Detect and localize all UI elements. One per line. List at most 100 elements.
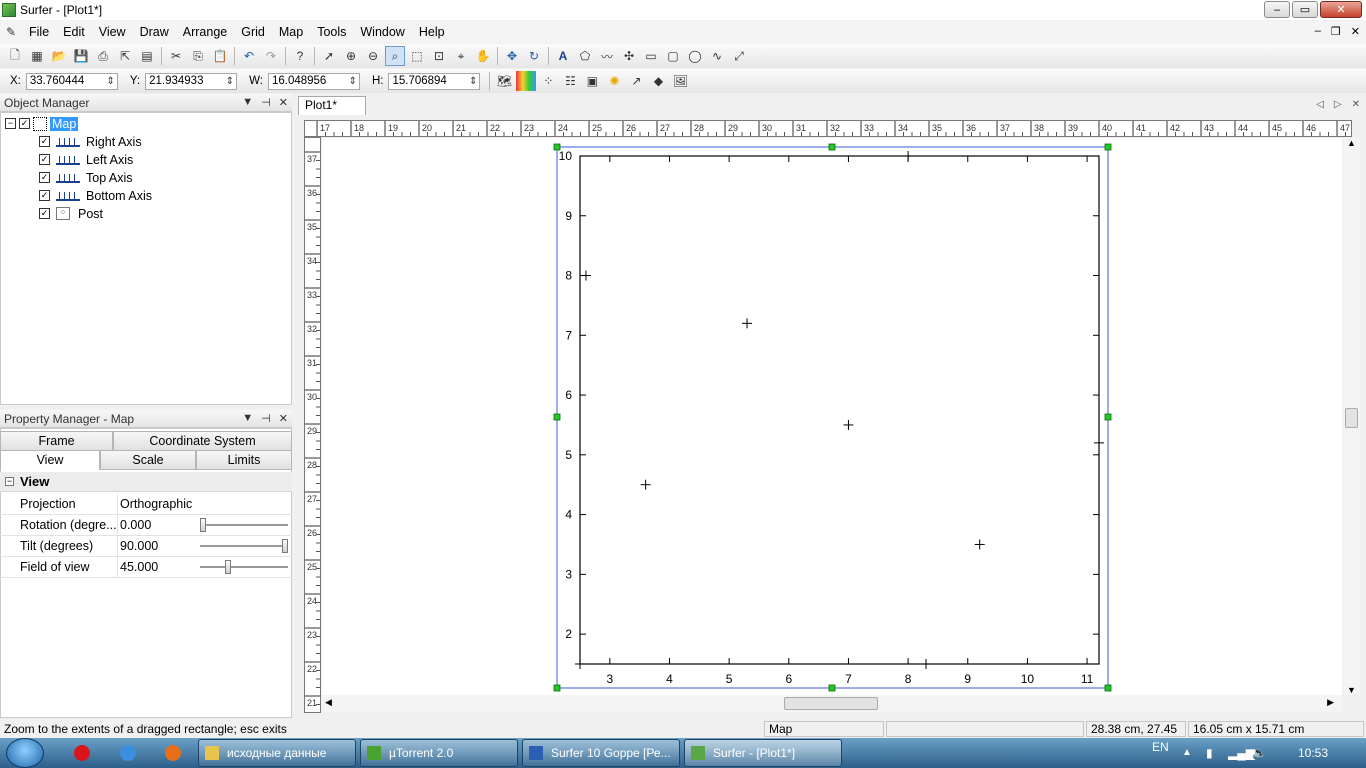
projection-value[interactable]: Orthographic <box>120 494 192 514</box>
surfer-app-icon[interactable] <box>2 3 16 17</box>
rotate-icon[interactable]: ↻ <box>524 46 544 66</box>
tilt-slider[interactable] <box>200 539 288 553</box>
panel-menu-icon[interactable]: ▼ <box>242 96 253 109</box>
classed-post-icon[interactable]: ☷ <box>560 71 580 91</box>
new-icon[interactable]: 🗋 <box>5 46 25 66</box>
panel-menu-icon[interactable]: ▼ <box>242 412 253 425</box>
menu-help[interactable]: Help <box>412 25 452 39</box>
slider-thumb[interactable] <box>200 518 206 532</box>
mdi-close-icon[interactable]: ✕ <box>1351 25 1360 38</box>
horizontal-scrollbar[interactable]: ◀ ▶ <box>322 695 1342 712</box>
selection-handle[interactable] <box>553 143 561 151</box>
doc-close-icon[interactable]: ✕ <box>1352 99 1360 110</box>
menu-file[interactable]: File <box>22 25 56 39</box>
image-icon[interactable]: 🖼 <box>670 71 690 91</box>
minimize-button[interactable]: – <box>1264 1 1290 18</box>
scroll-down-icon[interactable]: ▼ <box>1347 685 1356 695</box>
battery-icon[interactable]: ▮ <box>1206 738 1213 768</box>
zoom-out-icon[interactable]: ⊖ <box>363 46 383 66</box>
rounded-rectangle-icon[interactable]: ▢ <box>663 46 683 66</box>
mdi-minimize-icon[interactable]: – <box>1315 25 1321 38</box>
vertical-scroll-thumb[interactable] <box>1345 408 1358 428</box>
firefox-icon[interactable] <box>165 745 181 761</box>
trackball-icon[interactable]: ✥ <box>502 46 522 66</box>
panel-close-icon[interactable]: ✕ <box>279 412 288 425</box>
bottom-axis-checkbox[interactable]: ✓ <box>39 190 50 201</box>
select-arrow-icon[interactable]: ➚ <box>319 46 339 66</box>
tab-plot1[interactable]: Plot1* <box>298 96 366 115</box>
menu-map[interactable]: Map <box>272 25 310 39</box>
image-map-icon[interactable] <box>516 71 537 91</box>
tab-coordinate-system[interactable]: Coordinate System <box>113 431 292 451</box>
left-axis-checkbox[interactable]: ✓ <box>39 154 50 165</box>
menu-tools[interactable]: Tools <box>310 25 353 39</box>
collapse-icon[interactable]: − <box>5 477 14 486</box>
field-of-view-value[interactable]: 45.000 <box>120 557 158 577</box>
new-worksheet-icon[interactable]: ▦ <box>27 46 47 66</box>
polyline-icon[interactable]: 〰 <box>597 46 617 66</box>
volume-icon[interactable]: 🔈 <box>1252 738 1267 768</box>
taskbar-app-utorrent[interactable]: µTorrent 2.0 <box>360 739 518 767</box>
right-axis-checkbox[interactable]: ✓ <box>39 136 50 147</box>
selection-handle[interactable] <box>553 413 561 421</box>
pin-icon[interactable]: ⊣ <box>261 412 271 425</box>
3d-surface-icon[interactable]: ▣ <box>582 71 602 91</box>
property-row-field-of-view[interactable]: Field of view 45.000 <box>0 557 292 578</box>
paste-icon[interactable]: 📋 <box>210 46 230 66</box>
selection-handle[interactable] <box>1104 413 1112 421</box>
height-field[interactable]: 15.706894 <box>388 72 481 90</box>
taskbar-app-word[interactable]: Surfer 10 Goppe [Ре... <box>522 739 680 767</box>
tab-next-icon[interactable]: ▷ <box>1334 99 1342 110</box>
maximize-button[interactable]: ▭ <box>1292 1 1318 18</box>
vertical-scrollbar[interactable]: ▲ ▼ <box>1344 138 1360 695</box>
pin-icon[interactable]: ⊣ <box>261 96 271 109</box>
tab-view[interactable]: View <box>0 450 100 470</box>
selection-handle[interactable] <box>1104 143 1112 151</box>
symbol-icon[interactable]: ✣ <box>619 46 639 66</box>
zoom-fit-icon[interactable]: ⊡ <box>429 46 449 66</box>
tree-item-bottom-axis[interactable]: Bottom Axis <box>86 189 152 203</box>
tree-item-left-axis[interactable]: Left Axis <box>86 153 133 167</box>
polygon-icon[interactable]: ⬠ <box>575 46 595 66</box>
language-indicator[interactable]: EN <box>1152 732 1169 762</box>
menu-arrange[interactable]: Arrange <box>176 25 234 39</box>
property-row-tilt[interactable]: Tilt (degrees) 90.000 <box>0 536 292 557</box>
panel-close-icon[interactable]: ✕ <box>279 96 288 109</box>
pdf-icon[interactable]: ▤ <box>137 46 157 66</box>
mdi-restore-icon[interactable]: ❐ <box>1331 25 1341 38</box>
horizontal-scroll-thumb[interactable] <box>784 697 878 710</box>
width-field[interactable]: 16.048956 <box>267 72 360 90</box>
wireframe-icon[interactable]: ◆ <box>648 71 668 91</box>
tab-scale[interactable]: Scale <box>100 450 196 470</box>
help-icon[interactable]: ? <box>290 46 310 66</box>
clock[interactable]: 10:53 <box>1298 738 1328 768</box>
x-position-field[interactable]: 33.760444 <box>25 72 118 90</box>
zoom-in-icon[interactable]: ⊕ <box>341 46 361 66</box>
taskbar-app-folder[interactable]: исходные данные <box>198 739 356 767</box>
print-icon[interactable]: ⎙ <box>93 46 113 66</box>
text-icon[interactable]: A <box>553 46 573 66</box>
close-button[interactable]: ✕ <box>1320 1 1362 18</box>
tree-item-right-axis[interactable]: Right Axis <box>86 135 142 149</box>
slider-thumb[interactable] <box>224 560 231 574</box>
tree-item-map[interactable]: Map <box>50 116 79 131</box>
y-position-field[interactable]: 21.934933 <box>145 72 238 90</box>
pan-hand-icon[interactable]: ✋ <box>473 46 493 66</box>
rotation-slider[interactable] <box>200 518 288 532</box>
tab-limits[interactable]: Limits <box>196 450 292 470</box>
property-row-rotation[interactable]: Rotation (degre... 0.000 <box>0 515 292 536</box>
ellipse-icon[interactable]: ◯ <box>685 46 705 66</box>
field-of-view-slider[interactable] <box>200 560 288 574</box>
tree-item-post[interactable]: Post <box>78 207 103 221</box>
view-section-header[interactable]: − View <box>0 472 292 492</box>
redo-icon[interactable]: ↷ <box>261 46 281 66</box>
start-button[interactable] <box>6 738 44 768</box>
zoom-selected-icon[interactable]: ⌖ <box>451 46 471 66</box>
menu-grid[interactable]: Grid <box>234 25 272 39</box>
export-icon[interactable]: ⇱ <box>115 46 135 66</box>
rotation-value[interactable]: 0.000 <box>120 515 151 535</box>
rectangle-icon[interactable]: ▭ <box>641 46 661 66</box>
menu-edit[interactable]: Edit <box>56 25 92 39</box>
selection-handle[interactable] <box>1104 684 1112 692</box>
save-icon[interactable]: 💾 <box>71 46 91 66</box>
